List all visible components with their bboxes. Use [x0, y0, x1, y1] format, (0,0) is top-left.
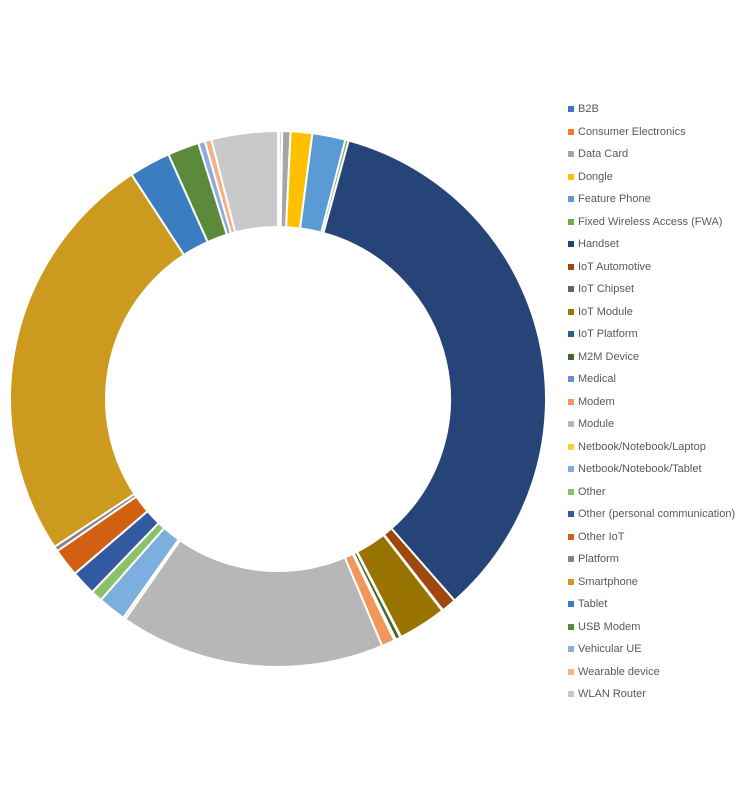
legend-swatch: [568, 173, 574, 180]
legend-item-iot-automotive: IoT Automotive: [568, 256, 740, 279]
legend-swatch: [568, 376, 574, 383]
legend-label: B2B: [578, 103, 599, 116]
legend-label: Netbook/Notebook/Laptop: [578, 440, 706, 453]
legend-label: Tablet: [578, 598, 608, 611]
legend-swatch: [568, 241, 574, 248]
legend-swatch: [568, 466, 574, 473]
legend-label: M2M Device: [578, 350, 640, 363]
legend-swatch: [568, 511, 574, 518]
legend-swatch: [568, 286, 574, 293]
legend-swatch: [568, 308, 574, 315]
legend-swatch: [568, 151, 574, 158]
legend-item-smartphone: Smartphone: [568, 571, 740, 594]
legend-label: Data Card: [578, 148, 629, 161]
legend-swatch: [568, 668, 574, 675]
legend-label: Dongle: [578, 170, 613, 183]
legend-item-vehicular-ue: Vehicular UE: [568, 638, 740, 661]
legend-swatch: [568, 601, 574, 608]
legend-item-feature-phone: Feature Phone: [568, 188, 740, 211]
legend-label: Consumer Electronics: [578, 125, 686, 138]
legend-swatch: [568, 353, 574, 360]
legend-item-m2m-device: M2M Device: [568, 346, 740, 369]
legend-label: Platform: [578, 553, 619, 566]
chart-legend: B2B Consumer Electronics Data Card Dongle Fe…: [568, 98, 740, 706]
legend-swatch: [568, 623, 574, 630]
slice-smartphone: [9, 173, 186, 549]
legend-swatch: [568, 646, 574, 653]
legend-item-wearable-device: Wearable device: [568, 661, 740, 684]
legend-item-netbook-notebook-laptop: Netbook/Notebook/Laptop: [568, 436, 740, 459]
legend-item-platform: Platform: [568, 548, 740, 571]
legend-label: USB Modem: [578, 620, 641, 633]
legend-item-module: Module: [568, 413, 740, 436]
legend-label: IoT Module: [578, 305, 633, 318]
legend-label: IoT Platform: [578, 328, 638, 341]
legend-item-usb-modem: USB Modem: [568, 616, 740, 639]
legend-label: IoT Chipset: [578, 283, 635, 296]
legend-label: Other: [578, 485, 606, 498]
legend-swatch: [568, 578, 574, 585]
doughnut-svg: [9, 129, 547, 668]
legend-item-wlan-router: WLAN Router: [568, 683, 740, 706]
legend-item-b2b: B2B: [568, 98, 740, 121]
legend-label: Vehicular UE: [578, 643, 642, 656]
legend-item-iot-module: IoT Module: [568, 301, 740, 324]
legend-item-fixed-wireless-access-fwa: Fixed Wireless Access (FWA): [568, 211, 740, 234]
legend-swatch: [568, 443, 574, 450]
legend-item-netbook-notebook-tablet: Netbook/Notebook/Tablet: [568, 458, 740, 481]
legend-item-consumer-electronics: Consumer Electronics: [568, 121, 740, 144]
legend-label: WLAN Router: [578, 688, 646, 701]
legend-swatch: [568, 488, 574, 495]
legend-label: Medical: [578, 373, 616, 386]
legend-swatch: [568, 556, 574, 563]
legend-item-modem: Modem: [568, 391, 740, 414]
legend-item-handset: Handset: [568, 233, 740, 256]
legend-label: Other IoT: [578, 530, 625, 543]
legend-label: Feature Phone: [578, 193, 651, 206]
legend-swatch: [568, 331, 574, 338]
legend-label: Other (personal communication): [578, 508, 736, 521]
legend-label: Modem: [578, 395, 615, 408]
legend-item-data-card: Data Card: [568, 143, 740, 166]
legend-label: Module: [578, 418, 615, 431]
legend-item-other: Other: [568, 481, 740, 504]
slice-handset: [322, 139, 547, 602]
legend-swatch: [568, 218, 574, 225]
legend-item-other-iot: Other IoT: [568, 526, 740, 549]
legend-label: Smartphone: [578, 575, 638, 588]
legend-swatch: [568, 533, 574, 540]
legend-swatch: [568, 421, 574, 428]
legend-item-iot-chipset: IoT Chipset: [568, 278, 740, 301]
legend-swatch: [568, 196, 574, 203]
legend-label: IoT Automotive: [578, 260, 652, 273]
legend-swatch: [568, 128, 574, 135]
legend-swatch: [568, 691, 574, 698]
legend-swatch: [568, 263, 574, 270]
doughnut-chart: [0, 0, 560, 795]
legend-swatch: [568, 398, 574, 405]
legend-item-other-personal-communication: Other (personal communication): [568, 503, 740, 526]
legend-swatch: [568, 106, 574, 113]
legend-label: Wearable device: [578, 665, 660, 678]
legend-item-dongle: Dongle: [568, 166, 740, 189]
legend-item-tablet: Tablet: [568, 593, 740, 616]
legend-label: Handset: [578, 238, 619, 251]
legend-item-iot-platform: IoT Platform: [568, 323, 740, 346]
legend-label: Netbook/Notebook/Tablet: [578, 463, 702, 476]
legend-item-medical: Medical: [568, 368, 740, 391]
legend-label: Fixed Wireless Access (FWA): [578, 215, 723, 228]
